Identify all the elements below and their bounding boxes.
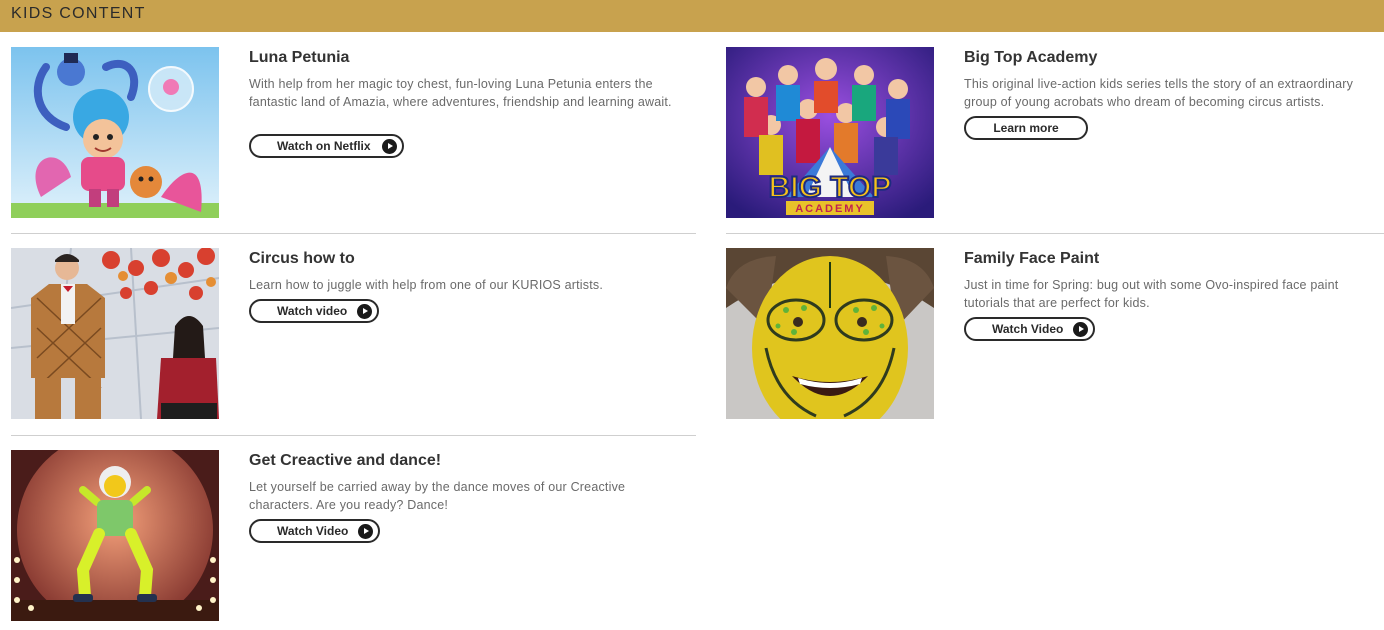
divider (726, 233, 1384, 234)
learn-more-button[interactable]: Learn more (964, 116, 1088, 140)
section-header: KIDS CONTENT (0, 0, 1384, 32)
play-icon (1073, 321, 1088, 337)
card-big-top-academy: BIG TOP ACADEMY Big Top Academy This ori… (726, 47, 1384, 219)
get-creactive-thumbnail[interactable] (11, 450, 219, 621)
play-icon (357, 303, 372, 319)
card-description: Let yourself be carried away by the danc… (249, 480, 626, 512)
card-description: Learn how to juggle with help from one o… (249, 278, 604, 292)
card-title: Luna Petunia (249, 49, 350, 66)
circus-how-to-thumbnail[interactable] (11, 248, 219, 419)
card-family-face-paint: Family Face Paint Just in time for Sprin… (726, 248, 1384, 420)
card-title: Circus how to (249, 250, 355, 267)
section-title: KIDS CONTENT (11, 5, 146, 22)
card-luna-petunia: Luna Petunia With help from her magic to… (11, 47, 691, 219)
card-description: This original live-action kids series te… (964, 77, 1354, 109)
button-label: Watch Video (992, 322, 1064, 336)
card-get-creactive: Get Creactive and dance! Let yourself be… (11, 450, 691, 622)
button-label: Learn more (993, 121, 1059, 135)
button-label: Watch video (277, 304, 348, 318)
watch-video-button[interactable]: Watch video (249, 299, 379, 323)
play-icon (358, 523, 373, 539)
watch-video-button[interactable]: Watch Video (964, 317, 1095, 341)
card-title: Family Face Paint (964, 250, 1100, 267)
big-top-logo-text: BIG TOP (769, 171, 892, 204)
watch-video-button[interactable]: Watch Video (249, 519, 380, 543)
button-label: Watch on Netflix (277, 139, 371, 153)
card-circus-how-to: Circus how to Learn how to juggle with h… (11, 248, 691, 420)
play-icon (382, 138, 397, 154)
card-title: Big Top Academy (964, 49, 1098, 66)
family-face-paint-thumbnail[interactable] (726, 248, 934, 419)
academy-logo-text: ACADEMY (795, 203, 865, 215)
card-description: Just in time for Spring: bug out with so… (964, 278, 1339, 310)
card-description: With help from her magic toy chest, fun-… (249, 77, 672, 109)
divider (11, 233, 696, 234)
card-title: Get Creactive and dance! (249, 452, 442, 469)
luna-petunia-thumbnail[interactable] (11, 47, 219, 218)
big-top-academy-thumbnail[interactable]: BIG TOP ACADEMY (726, 47, 934, 218)
watch-on-netflix-button[interactable]: Watch on Netflix (249, 134, 404, 158)
button-label: Watch Video (277, 524, 349, 538)
divider (11, 435, 696, 436)
